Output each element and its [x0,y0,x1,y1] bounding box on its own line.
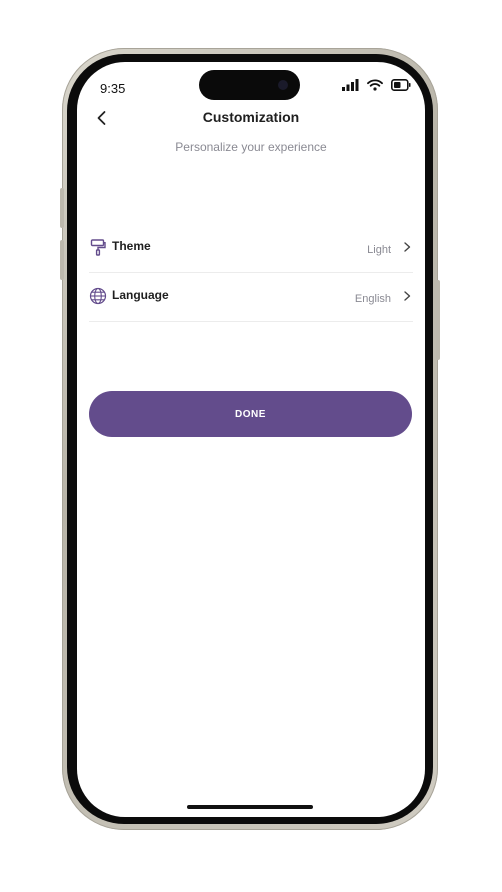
status-icons [342,77,411,93]
header: Customization [77,102,425,134]
volume-button [60,188,64,228]
battery-icon [391,79,411,91]
cellular-signal-icon [342,79,359,91]
settings-item-language[interactable]: Language English [89,275,413,322]
dynamic-island [199,70,300,100]
wifi-icon [367,79,383,91]
volume-button [60,240,64,280]
settings-item-value: Light [367,244,391,256]
settings-item-value: English [354,293,391,305]
globe-icon [89,287,107,305]
settings-item-label: Theme [112,239,151,253]
page-subtitle: Personalize your experience [175,140,327,154]
chevron-right-icon [404,291,411,301]
camera-icon [278,80,288,90]
screen: 9:35 Customization Personalize your expe… [77,62,425,817]
settings-item-theme[interactable]: Theme Light [89,226,413,273]
paint-roller-icon [90,239,106,256]
power-button [436,280,440,360]
settings-item-label: Language [112,288,169,302]
chevron-right-icon [404,242,411,252]
done-button[interactable]: DONE [89,391,412,437]
status-time: 9:35 [100,81,126,96]
home-indicator[interactable] [187,805,313,809]
page-title: Customization [202,109,300,125]
